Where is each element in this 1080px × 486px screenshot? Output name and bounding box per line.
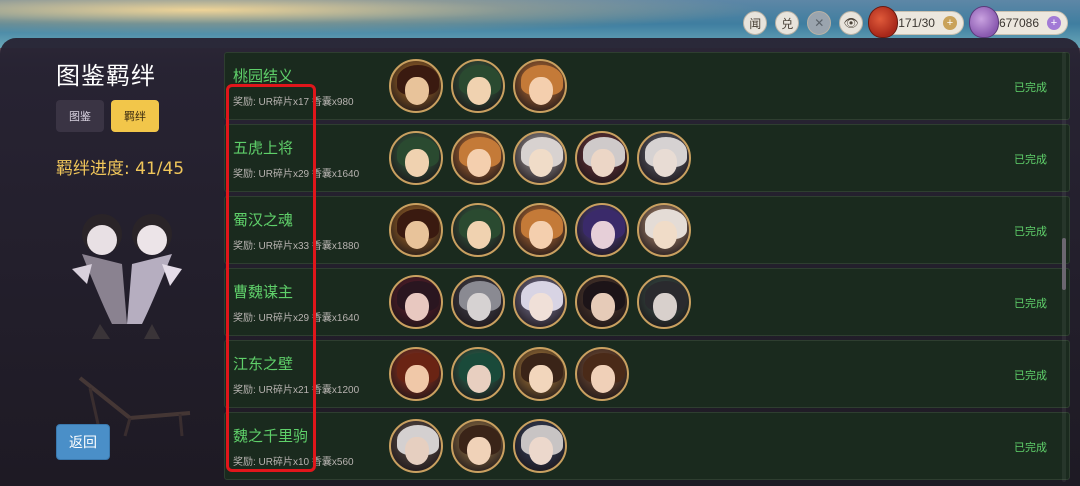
bond-status: 已完成: [1014, 153, 1047, 166]
hero-avatar[interactable]: [451, 131, 505, 185]
tab-bond[interactable]: 羁绊: [111, 100, 159, 132]
hero-avatar-group: [389, 419, 567, 473]
hero-avatar[interactable]: [513, 347, 567, 401]
hero-avatar[interactable]: [451, 347, 505, 401]
red-highlight-box: [226, 84, 316, 472]
hero-avatar[interactable]: [389, 275, 443, 329]
bond-list: 桃园结义 奖励: UR碎片x17 香囊x980 已完成 五虎上将 奖励: UR碎片x29…: [224, 52, 1070, 486]
mute-icon[interactable]: ✕: [807, 11, 832, 35]
exchange-button[interactable]: 兑: [775, 11, 800, 35]
sidebar: 图鉴羁绊 图鉴 羁绊 羁绊进度: 41/45 返回: [0, 38, 216, 486]
main-panel: 图鉴羁绊 图鉴 羁绊 羁绊进度: 41/45 返回 桃园结义 奖励: UR碎片x1…: [0, 38, 1080, 486]
resource-value: 171/30: [898, 16, 935, 30]
bond-row[interactable]: 魏之千里驹 奖励: UR碎片x10 香囊x560 已完成: [224, 412, 1070, 480]
bond-status: 已完成: [1014, 225, 1047, 238]
hero-avatar-group: [389, 131, 691, 185]
hero-avatar[interactable]: [637, 203, 691, 257]
tab-catalog[interactable]: 图鉴: [56, 100, 104, 132]
bond-status: 已完成: [1014, 441, 1047, 454]
hero-avatar[interactable]: [451, 59, 505, 113]
news-button[interactable]: 闻: [743, 11, 768, 35]
eye-icon[interactable]: 👁: [839, 11, 864, 35]
hero-avatar-group: [389, 203, 691, 257]
hero-avatar[interactable]: [389, 347, 443, 401]
hero-avatar[interactable]: [389, 131, 443, 185]
hero-avatar[interactable]: [513, 419, 567, 473]
hero-avatar[interactable]: [513, 59, 567, 113]
bond-status: 已完成: [1014, 369, 1047, 382]
bond-status: 已完成: [1014, 81, 1047, 94]
hero-avatar-group: [389, 59, 567, 113]
red-bag-icon: [868, 6, 899, 38]
hero-avatar[interactable]: [637, 131, 691, 185]
bond-row[interactable]: 蜀汉之魂 奖励: UR碎片x33 香囊x1880 已完成: [224, 196, 1070, 264]
hero-avatar[interactable]: [575, 347, 629, 401]
hero-avatar[interactable]: [513, 275, 567, 329]
hero-avatar-group: [389, 275, 691, 329]
purple-bag-icon: [968, 6, 999, 38]
bond-status: 已完成: [1014, 297, 1047, 310]
currency-value: 677086: [998, 16, 1039, 30]
hero-avatar[interactable]: [637, 275, 691, 329]
hero-avatar[interactable]: [575, 203, 629, 257]
hero-avatar[interactable]: [389, 419, 443, 473]
bond-row[interactable]: 五虎上将 奖励: UR碎片x29 香囊x1640 已完成: [224, 124, 1070, 192]
bond-progress: 羁绊进度: 41/45: [56, 159, 185, 179]
scrollbar-thumb[interactable]: [1062, 238, 1066, 290]
resource-pill-bag: 171/30 +: [868, 6, 964, 38]
hero-avatar[interactable]: [389, 59, 443, 113]
hero-avatar[interactable]: [451, 419, 505, 473]
chibi-characters-illustration: [72, 214, 182, 339]
hero-avatar[interactable]: [451, 275, 505, 329]
back-button[interactable]: 返回: [56, 424, 110, 460]
add-currency-button[interactable]: +: [1047, 16, 1061, 30]
hero-avatar[interactable]: [389, 203, 443, 257]
resource-pill-currency: 677086 +: [968, 6, 1068, 38]
hero-avatar-group: [389, 347, 629, 401]
top-resource-bar: 闻 兑 ✕ 👁 171/30 + 677086 +: [743, 6, 1068, 38]
hero-avatar[interactable]: [451, 203, 505, 257]
hero-avatar[interactable]: [513, 131, 567, 185]
bond-row[interactable]: 曹魏谋主 奖励: UR碎片x29 香囊x1640 已完成: [224, 268, 1070, 336]
hero-avatar[interactable]: [513, 203, 567, 257]
page-title: 图鉴羁绊: [56, 62, 156, 90]
bond-name: 桃园结义: [233, 67, 294, 85]
bond-row[interactable]: 桃园结义 奖励: UR碎片x17 香囊x980 已完成: [224, 52, 1070, 120]
add-resource-button[interactable]: +: [942, 16, 957, 30]
bond-row[interactable]: 江东之壁 奖励: UR碎片x21 香囊x1200 已完成: [224, 340, 1070, 408]
hero-avatar[interactable]: [575, 131, 629, 185]
hero-avatar[interactable]: [575, 275, 629, 329]
